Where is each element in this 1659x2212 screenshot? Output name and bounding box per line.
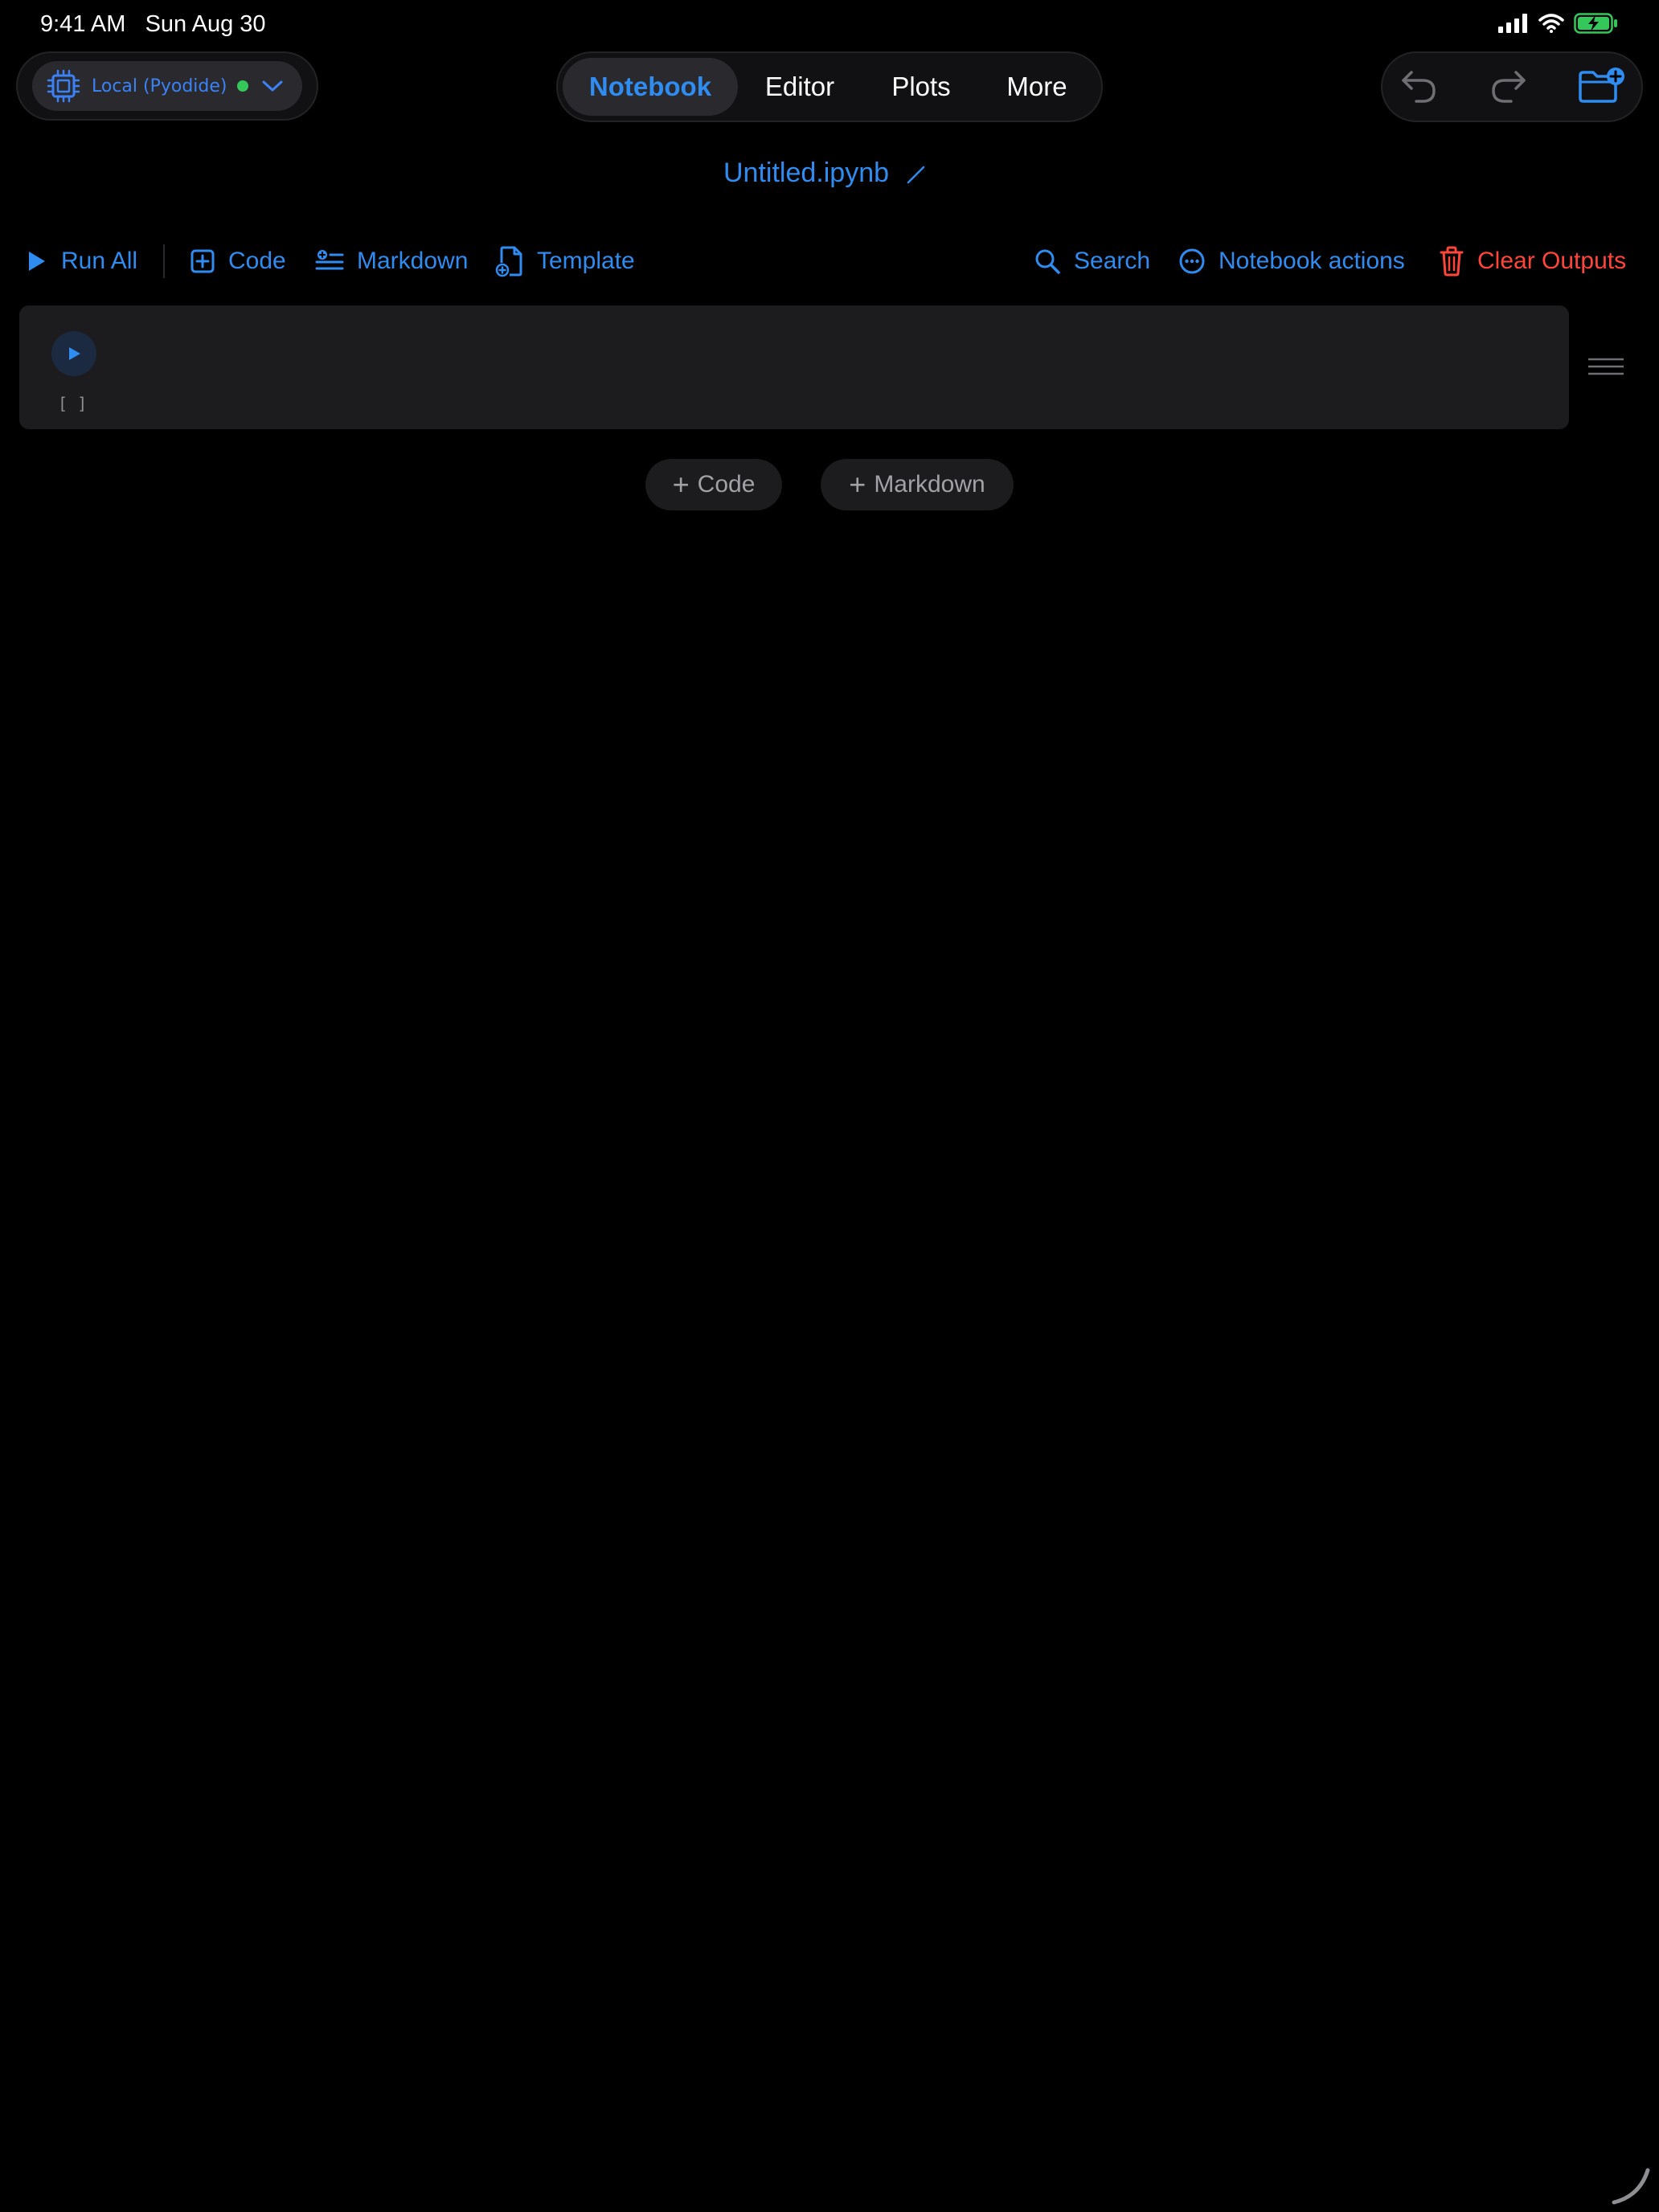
clear-outputs-label: Clear Outputs [1477, 248, 1627, 274]
chevron-down-icon [262, 80, 283, 92]
drag-handle-icon[interactable] [1588, 357, 1624, 376]
add-code-cell-button[interactable]: Code [190, 241, 286, 281]
notebook-filename[interactable]: Untitled.ipynb [723, 158, 928, 189]
redo-icon[interactable] [1489, 68, 1529, 104]
tab-more[interactable]: More [989, 58, 1085, 116]
search-icon [1035, 249, 1060, 274]
date: Sun Aug 30 [145, 11, 266, 37]
markdown-label: Markdown [357, 248, 469, 274]
pencil-icon [907, 166, 925, 184]
clear-outputs-button[interactable]: Clear Outputs [1439, 241, 1626, 281]
template-button[interactable]: Template [495, 241, 635, 281]
clock: 9:41 AM [40, 11, 126, 37]
trash-icon [1440, 246, 1464, 276]
status-time: 9:41 AM Sun Aug 30 [40, 11, 266, 38]
wifi-icon [1538, 14, 1564, 33]
search-button[interactable]: Search [1034, 241, 1150, 281]
cpu-icon [47, 69, 80, 103]
run-all-button[interactable]: Run All [24, 241, 137, 281]
ellipsis-circle-icon [1179, 248, 1205, 274]
template-label: Template [537, 248, 635, 274]
run-all-label: Run All [61, 248, 138, 274]
plus-icon: + [672, 468, 690, 501]
battery-charging-icon [1574, 13, 1617, 34]
filename-label: Untitled.ipynb [723, 158, 890, 188]
plus-square-icon [190, 249, 215, 273]
resize-corner-icon[interactable] [1608, 2162, 1653, 2207]
text-plus-icon [315, 250, 344, 270]
status-indicators [1498, 13, 1619, 34]
execution-count: [ ] [58, 394, 88, 413]
run-cell-button[interactable] [51, 331, 96, 376]
add-markdown-button[interactable]: + Markdown [821, 459, 1014, 510]
notebook-actions-label: Notebook actions [1219, 248, 1405, 274]
cellular-signal-icon [1498, 14, 1527, 33]
code-cell[interactable] [19, 305, 1569, 429]
kernel-selector[interactable]: Local (Pyodide) [32, 61, 302, 111]
kernel-status-dot [236, 80, 248, 92]
folder-plus-icon[interactable] [1577, 66, 1627, 106]
play-icon [69, 347, 80, 360]
notebook-actions-button[interactable]: Notebook actions [1178, 241, 1405, 281]
add-markdown-label: Markdown [874, 471, 985, 498]
play-icon [29, 252, 45, 271]
add-code-label: Code [697, 471, 756, 498]
code-label: Code [228, 248, 286, 274]
search-label: Search [1074, 248, 1151, 274]
document-plus-icon [495, 246, 522, 277]
toolbar-divider [163, 244, 165, 278]
plus-icon: + [849, 468, 866, 501]
tab-editor[interactable]: Editor [748, 58, 852, 116]
undo-icon[interactable] [1399, 68, 1439, 104]
tab-notebook[interactable]: Notebook [563, 58, 738, 116]
add-code-button[interactable]: + Code [645, 459, 782, 510]
tab-plots[interactable]: Plots [866, 58, 976, 116]
kernel-label: Local (Pyodide) [92, 76, 227, 96]
add-markdown-cell-button[interactable]: Markdown [315, 241, 468, 281]
